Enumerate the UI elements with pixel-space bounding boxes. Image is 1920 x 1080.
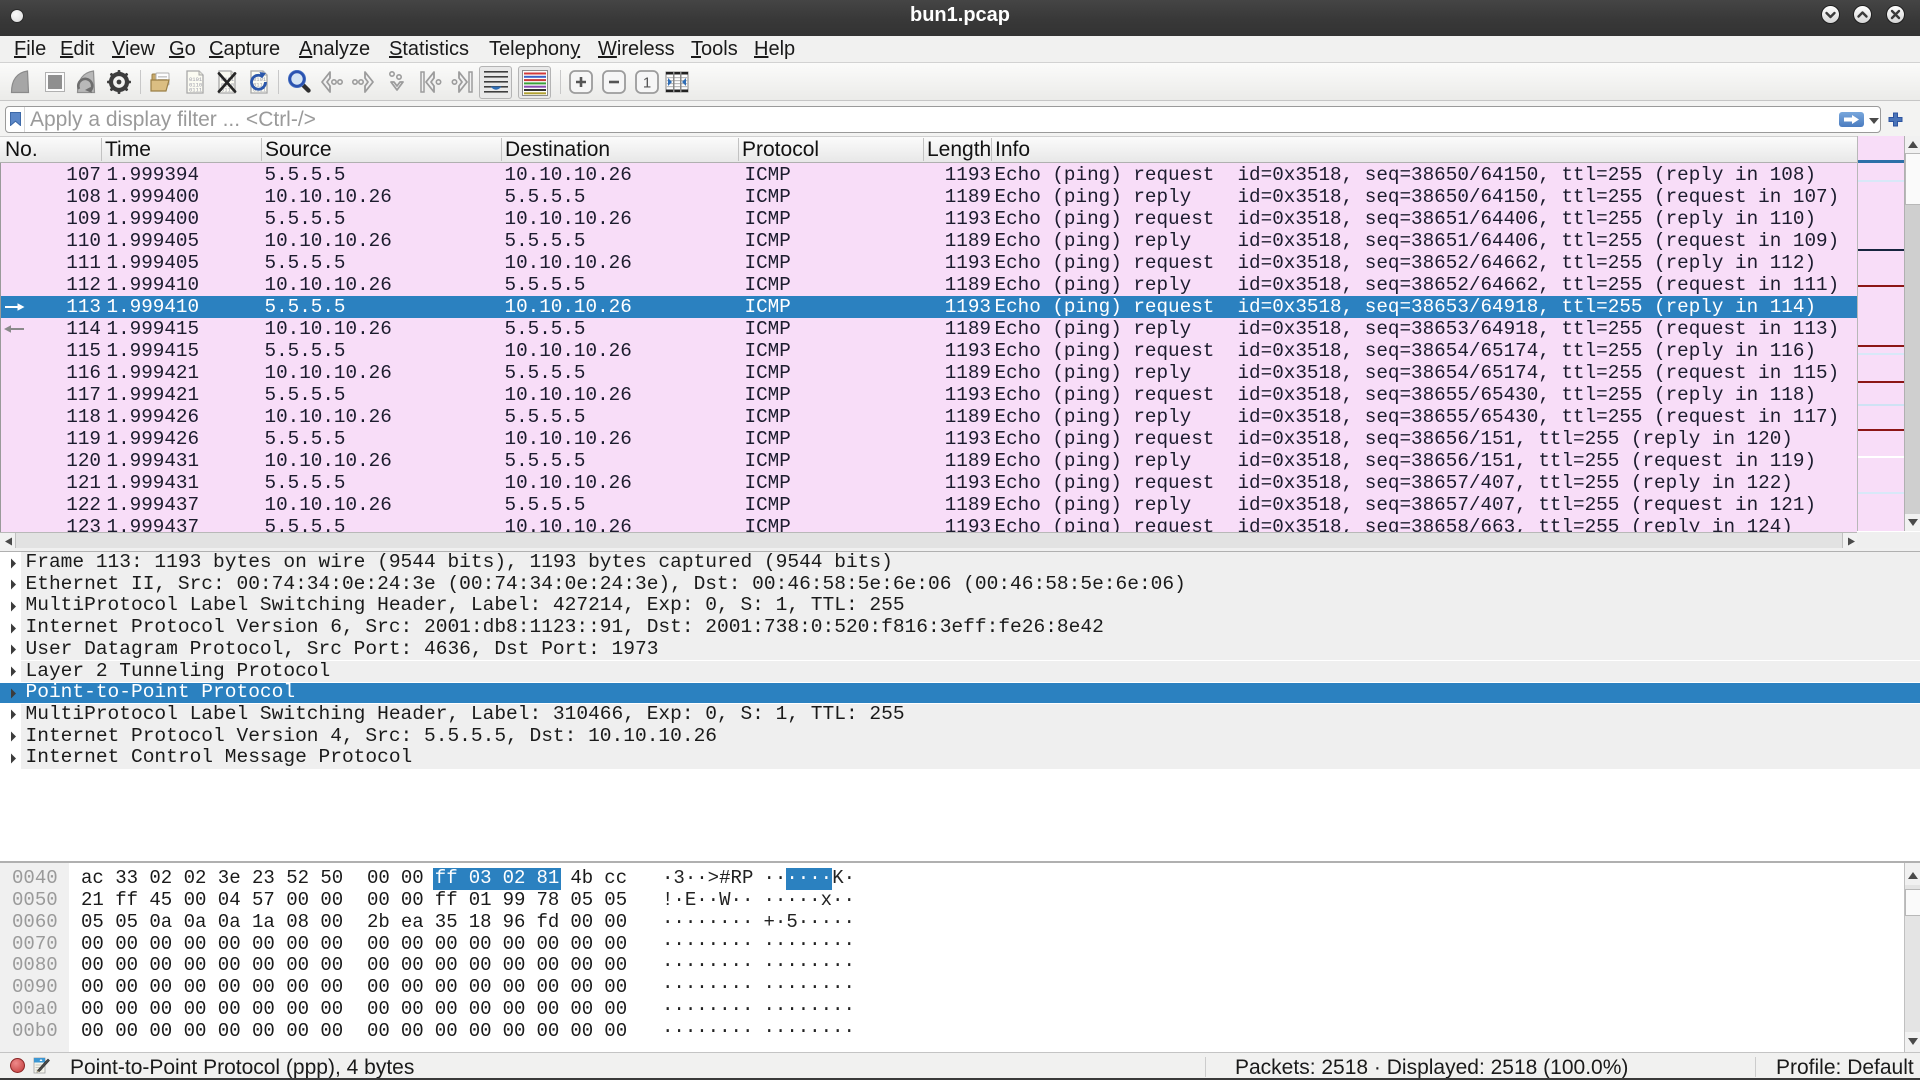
svg-text:0111: 0111: [189, 87, 203, 94]
svg-text:1: 1: [643, 75, 651, 92]
